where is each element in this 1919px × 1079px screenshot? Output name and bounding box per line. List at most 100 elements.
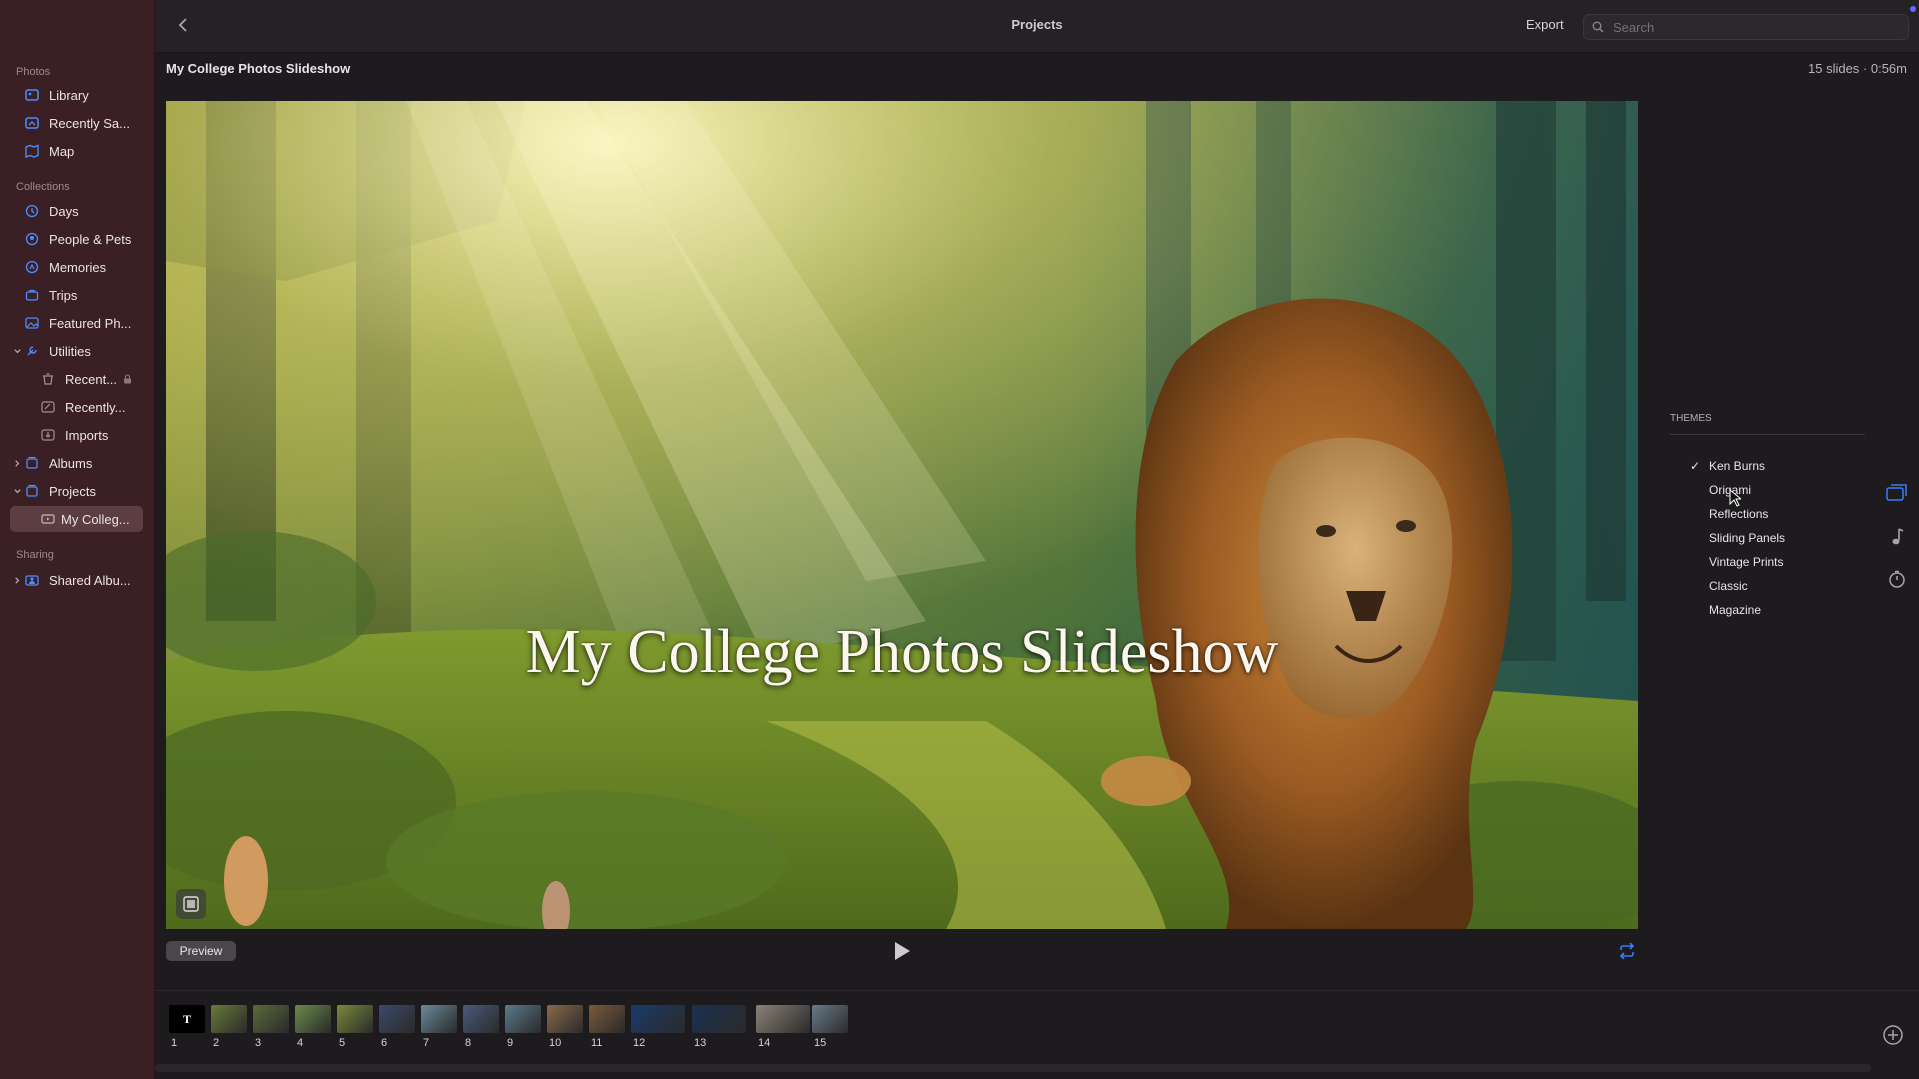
days-icon — [24, 204, 40, 218]
theme-ken-burns[interactable]: ✓ Ken Burns — [1690, 456, 1765, 476]
map-icon — [24, 144, 40, 158]
sidebar-item-recently-saved[interactable]: Recently Sa... — [24, 110, 146, 136]
utilities-disclosure-icon[interactable] — [12, 346, 22, 356]
play-button[interactable] — [891, 940, 913, 962]
slide-thumbnail[interactable]: 3 — [249, 1003, 293, 1053]
theme-classic[interactable]: Classic — [1709, 576, 1748, 596]
slide-number: 8 — [465, 1037, 472, 1049]
library-icon — [24, 88, 40, 102]
sidebar-item-projects[interactable]: Projects — [24, 478, 146, 504]
filmstrip-divider — [155, 990, 1919, 991]
sidebar: Photos Library Recently Sa... Map Collec… — [0, 0, 155, 1079]
slide-thumbnail-image — [812, 1005, 848, 1033]
utilities-icon — [24, 344, 40, 358]
sidebar-item-featured[interactable]: Featured Ph... — [24, 310, 146, 336]
slide-thumbnail[interactable]: 13 — [688, 1003, 750, 1053]
slide-thumbnail-image — [463, 1005, 499, 1033]
slide-thumbnail[interactable]: 5 — [333, 1003, 377, 1053]
play-icon — [895, 942, 910, 960]
sidebar-section-photos: Photos — [16, 66, 51, 78]
albums-icon — [24, 456, 40, 470]
themes-divider — [1670, 434, 1865, 435]
slide-thumbnail[interactable]: 15 — [808, 1003, 852, 1053]
sidebar-item-library[interactable]: Library — [24, 82, 146, 108]
sidebar-item-recently-deleted[interactable]: Recent... — [40, 366, 144, 392]
slide-count-duration: 15 slides · 0:56m — [1808, 61, 1907, 76]
search-field[interactable] — [1583, 14, 1909, 40]
add-slide-button[interactable] — [1882, 1024, 1904, 1046]
sidebar-item-albums[interactable]: Albums — [24, 450, 146, 476]
horizontal-scrollbar[interactable] — [155, 1064, 1871, 1072]
slide-number: 9 — [507, 1037, 514, 1049]
theme-sliding-panels[interactable]: Sliding Panels — [1709, 528, 1785, 548]
mouse-cursor-icon — [1729, 489, 1741, 507]
slide-thumbnail[interactable]: 14 — [752, 1003, 814, 1053]
music-tab-button[interactable] — [1886, 526, 1908, 548]
theme-reflections[interactable]: Reflections — [1709, 504, 1768, 524]
status-indicator-dot — [1910, 6, 1916, 12]
theme-magazine[interactable]: Magazine — [1709, 600, 1761, 620]
preview-button[interactable]: Preview — [166, 941, 236, 961]
slide-thumbnail[interactable]: 2 — [207, 1003, 251, 1053]
slide-thumbnail[interactable]: 6 — [375, 1003, 419, 1053]
sidebar-item-days[interactable]: Days — [24, 198, 146, 224]
slide-thumbnail[interactable]: 10 — [543, 1003, 587, 1053]
projects-disclosure-icon[interactable] — [12, 486, 22, 496]
sidebar-item-my-college[interactable]: My Colleg... — [10, 506, 143, 532]
lock-icon — [124, 374, 132, 384]
sidebar-item-imports[interactable]: Imports — [40, 422, 144, 448]
slide-thumbnail[interactable]: 12 — [627, 1003, 689, 1053]
sidebar-item-people-pets[interactable]: People & Pets — [24, 226, 146, 252]
slide-number: 15 — [814, 1037, 827, 1049]
toolbar: Projects Export — [155, 0, 1919, 53]
sidebar-section-collections: Collections — [16, 181, 70, 193]
themes-heading: THEMES — [1670, 413, 1712, 424]
trash-icon — [40, 372, 56, 386]
aspect-ratio-button[interactable] — [176, 889, 206, 919]
sidebar-item-utilities[interactable]: Utilities — [24, 338, 146, 364]
slide-thumbnail-image — [337, 1005, 373, 1033]
albums-disclosure-icon[interactable] — [12, 458, 22, 468]
search-icon — [1592, 21, 1604, 33]
slide-thumbnail-image — [421, 1005, 457, 1033]
theme-vintage-prints[interactable]: Vintage Prints — [1709, 552, 1784, 572]
timer-icon — [1889, 570, 1905, 588]
sidebar-item-shared-albums[interactable]: Shared Albu... — [24, 567, 146, 593]
slide-thumbnail[interactable]: 11 — [585, 1003, 629, 1053]
aspect-ratio-icon — [183, 896, 199, 912]
slide-thumbnail-image — [295, 1005, 331, 1033]
search-input[interactable] — [1611, 18, 1895, 36]
duration-tab-button[interactable] — [1886, 568, 1908, 590]
recently-edited-icon — [40, 400, 56, 414]
slide-thumbnail-image — [505, 1005, 541, 1033]
repeat-button[interactable] — [1617, 941, 1637, 961]
sidebar-item-trips[interactable]: Trips — [24, 282, 146, 308]
slide-thumbnail[interactable]: 4 — [291, 1003, 335, 1053]
slide-thumbnail[interactable]: 8 — [459, 1003, 503, 1053]
slide-number: 13 — [694, 1037, 707, 1049]
sidebar-section-sharing: Sharing — [16, 549, 54, 561]
featured-photos-icon — [24, 316, 40, 330]
sidebar-item-memories[interactable]: Memories — [24, 254, 146, 280]
slide-thumbnail-image: T — [169, 1005, 205, 1033]
slide-thumbnail[interactable]: 9 — [501, 1003, 545, 1053]
shared-albums-disclosure-icon[interactable] — [12, 575, 22, 585]
sidebar-item-map[interactable]: Map — [24, 138, 146, 164]
slide-thumbnail-image — [253, 1005, 289, 1033]
export-button[interactable]: Export — [1526, 17, 1564, 32]
memories-icon — [24, 260, 40, 274]
projects-icon — [24, 484, 40, 498]
suitcase-icon — [24, 288, 40, 302]
themes-tab-button[interactable] — [1886, 482, 1908, 504]
music-note-icon — [1892, 528, 1904, 545]
slide-thumbnail-image — [379, 1005, 415, 1033]
slide-number: 5 — [339, 1037, 346, 1049]
plus-circle-icon — [1883, 1025, 1903, 1045]
slideshow-icon — [40, 512, 56, 526]
slide-thumbnail[interactable]: 7 — [417, 1003, 461, 1053]
sidebar-item-recently-edited[interactable]: Recently... — [40, 394, 144, 420]
title-slide-glyph: T — [182, 1012, 191, 1026]
slide-thumbnail[interactable]: T1 — [165, 1003, 209, 1053]
slide-number: 11 — [591, 1037, 603, 1049]
slideshow-preview[interactable]: My College Photos Slideshow — [166, 101, 1638, 929]
